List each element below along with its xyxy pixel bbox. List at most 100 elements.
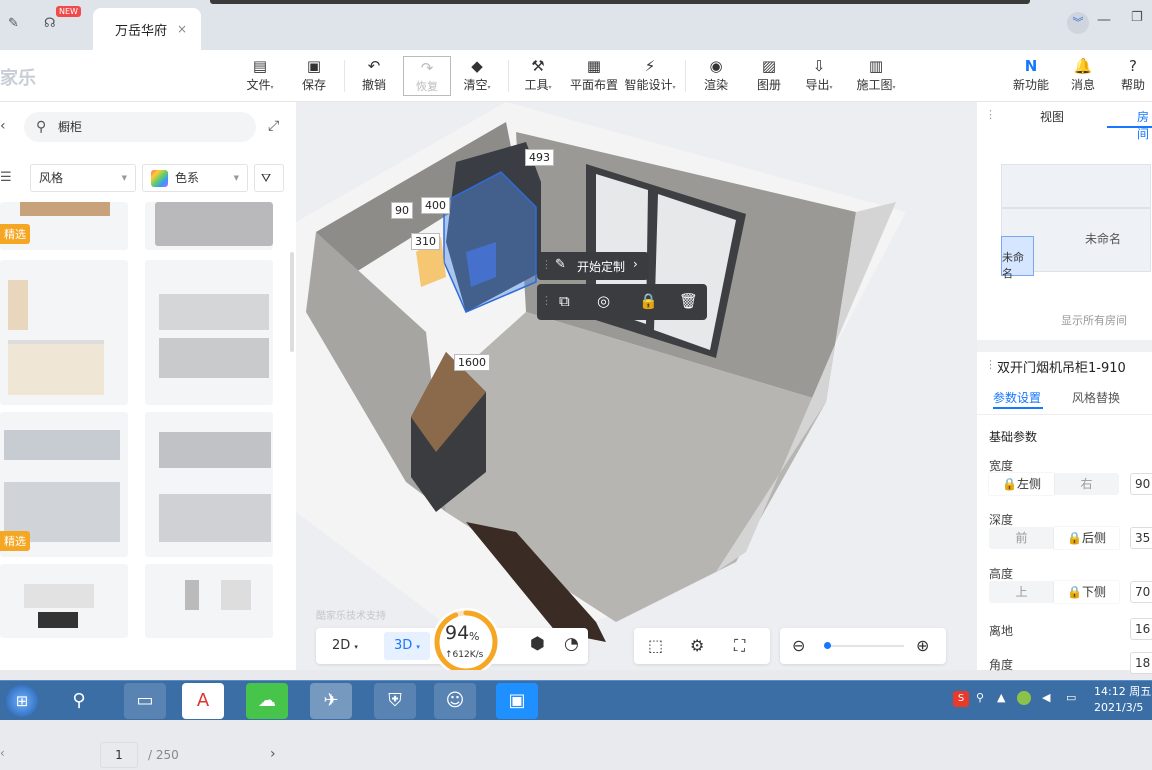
- headset-icon[interactable]: ☊: [44, 16, 56, 31]
- room-3d-view[interactable]: [296, 102, 977, 670]
- camera-view-icon[interactable]: ⬚: [648, 636, 663, 655]
- sogou-ime-icon[interactable]: S: [953, 691, 969, 707]
- file-button[interactable]: ▤ 文件▾: [236, 56, 284, 93]
- chevron-down-icon[interactable]: ︾: [1067, 12, 1089, 34]
- tab-room[interactable]: 房间: [1107, 102, 1152, 141]
- help-button[interactable]: ? 帮助: [1109, 56, 1152, 93]
- gauge-icon[interactable]: ◔: [564, 634, 579, 654]
- zoom-slider[interactable]: [824, 645, 904, 647]
- width-input[interactable]: 90: [1130, 473, 1152, 495]
- messages-button[interactable]: 🔔 消息: [1059, 56, 1107, 93]
- lock-icon[interactable]: 🔒: [639, 292, 658, 310]
- mode-3d-button[interactable]: 3D ▾: [384, 632, 430, 660]
- show-all-rooms-link[interactable]: 显示所有房间: [1061, 312, 1127, 328]
- feishu-icon[interactable]: ✈: [310, 683, 352, 719]
- drag-handle-icon[interactable]: ⋮: [541, 258, 552, 271]
- minimize-icon[interactable]: —: [1097, 12, 1111, 28]
- width-anchor-left[interactable]: 🔒左侧: [989, 473, 1054, 495]
- start-button[interactable]: ⊞: [6, 685, 38, 717]
- catalog-item[interactable]: 精选: [0, 202, 128, 250]
- sort-icon[interactable]: ☰: [0, 170, 12, 185]
- angle-input[interactable]: 18: [1130, 652, 1152, 674]
- height-input[interactable]: 70: [1130, 581, 1152, 603]
- mode-2d-button[interactable]: 2D ▾: [332, 638, 358, 653]
- clear-button[interactable]: ◆ 清空▾: [453, 56, 501, 93]
- camera-settings-icon[interactable]: ⚙: [690, 636, 704, 655]
- undo-button[interactable]: ↶ 撤销: [350, 56, 398, 93]
- tab-view[interactable]: 视图: [1040, 108, 1064, 125]
- room-block[interactable]: [1001, 164, 1151, 208]
- system-clock[interactable]: 14:12 周五 2021/3/5: [1094, 684, 1151, 716]
- security-icon[interactable]: ⛨: [374, 683, 416, 719]
- tray-pinyin-icon[interactable]: ⚲: [976, 691, 984, 704]
- tools-button[interactable]: ⚒ 工具▾: [514, 56, 562, 93]
- tab-style-replace[interactable]: 风格替换: [1072, 389, 1120, 406]
- search-input[interactable]: ⚲ 橱柜: [24, 112, 256, 142]
- render-button[interactable]: ◉ 渲染: [692, 56, 740, 93]
- expand-icon[interactable]: ⤢: [268, 118, 279, 134]
- new-feature-button[interactable]: N 新功能: [1007, 56, 1055, 93]
- color-filter[interactable]: 色系 ▼: [142, 164, 248, 192]
- room-unnamed-selected[interactable]: 未命名: [1001, 236, 1034, 280]
- depth-anchor-toggle[interactable]: 前 🔒后侧: [989, 527, 1119, 549]
- next-page-icon[interactable]: ›: [270, 746, 276, 762]
- zoom-slider-handle[interactable]: [824, 642, 831, 649]
- page-number-input[interactable]: 1: [100, 742, 138, 768]
- cube-icon[interactable]: ⬢: [530, 634, 545, 654]
- network-icon[interactable]: ▭: [1066, 691, 1076, 704]
- tab-params[interactable]: 参数设置: [993, 389, 1041, 406]
- export-button[interactable]: ⇩ 导出▾: [795, 56, 843, 93]
- design-canvas[interactable]: 493 400 90 310 1600 ⋮ ✎ 开始定制 › ⋮ ⧉ ◎ 🔒 🗑…: [296, 102, 977, 670]
- back-icon[interactable]: ‹: [0, 118, 6, 134]
- filter-button[interactable]: ⛛: [254, 164, 284, 192]
- restore-icon[interactable]: ❐: [1131, 10, 1143, 25]
- catalog-item[interactable]: [145, 260, 273, 405]
- album-button[interactable]: ▨ 图册: [745, 56, 793, 93]
- volume-icon[interactable]: ◀: [1042, 691, 1050, 704]
- width-anchor-right[interactable]: 右: [1054, 473, 1119, 495]
- height-anchor-bottom[interactable]: 🔒下侧: [1054, 581, 1119, 603]
- style-filter[interactable]: 风格 ▼: [30, 164, 136, 192]
- catalog-item[interactable]: [145, 564, 273, 638]
- wechat-icon[interactable]: ☁: [246, 683, 288, 719]
- autocad-icon[interactable]: A: [182, 683, 224, 719]
- customize-popup[interactable]: ⋮ ✎ 开始定制 ›: [537, 252, 649, 280]
- drag-handle-icon[interactable]: ⋮: [985, 358, 996, 371]
- catalog-item[interactable]: [0, 564, 128, 638]
- prev-page-icon[interactable]: ‹: [0, 746, 5, 760]
- depth-anchor-back[interactable]: 🔒后侧: [1054, 527, 1119, 549]
- ground-clearance-input[interactable]: 16: [1130, 618, 1152, 640]
- tray-expand-icon[interactable]: ▲: [997, 691, 1005, 704]
- bilibili-icon[interactable]: ▣: [496, 683, 538, 719]
- avatar-app-icon[interactable]: ☺: [434, 683, 476, 719]
- floor-plan-button[interactable]: ▦ 平面布置: [566, 56, 622, 93]
- copy-icon[interactable]: ⧉: [559, 292, 570, 310]
- catalog-item[interactable]: [145, 412, 273, 557]
- zoom-in-icon[interactable]: ⊕: [916, 636, 929, 655]
- height-anchor-toggle[interactable]: 上 🔒下侧: [989, 581, 1119, 603]
- catalog-item[interactable]: [0, 260, 128, 405]
- delete-icon[interactable]: 🗑: [679, 292, 698, 310]
- height-anchor-top[interactable]: 上: [989, 581, 1054, 603]
- redo-button[interactable]: ↷ 恢复: [403, 56, 451, 96]
- file-explorer-icon[interactable]: ▭: [124, 683, 166, 719]
- fit-view-icon[interactable]: ⛶: [734, 636, 745, 656]
- drag-handle-icon[interactable]: ⋮: [985, 108, 996, 121]
- tab-wanyue[interactable]: 万岳华府 ×: [93, 8, 201, 50]
- construction-drawing-button[interactable]: ▥ 施工图▾: [852, 56, 900, 93]
- width-anchor-toggle[interactable]: 🔒左侧 右: [989, 473, 1119, 495]
- depth-anchor-front[interactable]: 前: [989, 527, 1054, 549]
- pin-icon[interactable]: ✎: [8, 16, 19, 31]
- search-icon[interactable]: ⚲: [58, 683, 100, 719]
- smart-design-button[interactable]: ⚡ 智能设计▾: [622, 56, 678, 93]
- catalog-item[interactable]: [145, 202, 273, 250]
- tab-close-icon[interactable]: ×: [177, 22, 187, 36]
- save-button[interactable]: ▣ 保存: [290, 56, 338, 93]
- zoom-out-icon[interactable]: ⊖: [792, 636, 805, 655]
- tray-status-icon[interactable]: [1017, 691, 1031, 705]
- depth-input[interactable]: 35: [1130, 527, 1152, 549]
- catalog-scrollbar[interactable]: [290, 252, 294, 352]
- drag-handle-icon[interactable]: ⋮: [541, 294, 552, 307]
- catalog-item[interactable]: 精选: [0, 412, 128, 557]
- hide-icon[interactable]: ◎: [597, 292, 610, 310]
